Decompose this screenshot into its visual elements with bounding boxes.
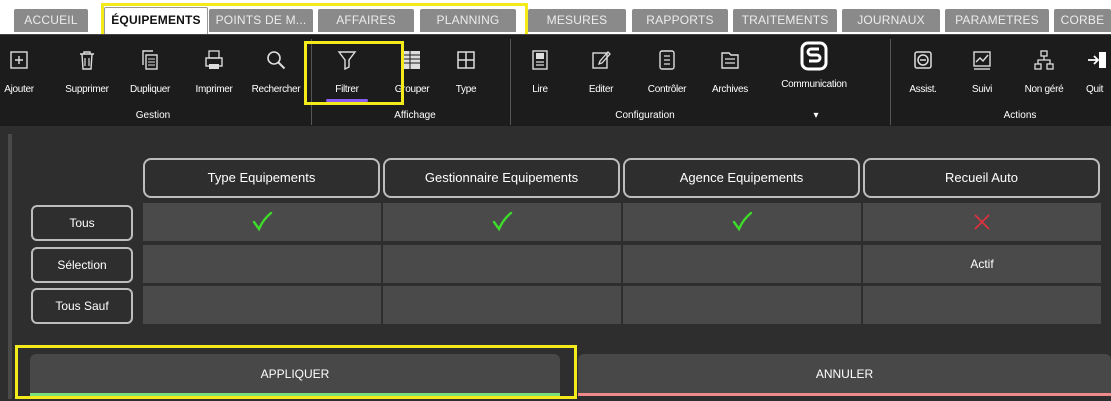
type-button[interactable]: Type	[446, 35, 486, 109]
tab-accueil[interactable]: ACCUEIL	[14, 9, 88, 32]
printer-icon	[203, 49, 225, 71]
cell-tous-agence[interactable]	[623, 203, 861, 241]
check-icon	[656, 49, 678, 71]
cell-selection-type[interactable]	[143, 245, 381, 283]
cross-icon	[974, 214, 990, 230]
panel-left-border	[8, 134, 12, 399]
network-icon	[1033, 49, 1055, 71]
row-button-selection[interactable]: Sélection	[31, 247, 133, 283]
grid-icon	[455, 49, 477, 71]
tab-rapports[interactable]: RAPPORTS	[632, 9, 728, 32]
apply-button[interactable]: APPLIQUER	[30, 354, 560, 396]
check-icon	[252, 211, 273, 232]
header-type-equipements[interactable]: Type Equipements	[143, 158, 380, 198]
header-gestionnaire-equipements[interactable]: Gestionnaire Equipements	[383, 158, 620, 198]
filter-button[interactable]: Filtrer	[318, 35, 376, 109]
group-label-actions: Actions	[1003, 110, 1037, 121]
search-icon	[265, 49, 287, 71]
tab-traitements[interactable]: TRAITEMENTS	[733, 9, 837, 32]
apply-indicator-bar	[30, 393, 560, 396]
quit-button[interactable]: Quit	[1082, 35, 1111, 109]
tab-bar: ACCUEIL ÉQUIPEMENTS POINTS DE M... AFFAI…	[0, 0, 1111, 39]
tab-mesures[interactable]: MESURES	[528, 9, 626, 32]
ribbon-separator	[890, 39, 891, 125]
tab-planning[interactable]: PLANNING	[420, 9, 516, 32]
cancel-label: ANNULER	[815, 367, 874, 381]
group-label-gestion: Gestion	[135, 110, 171, 121]
group-label-affichage: Affichage	[394, 110, 436, 121]
communication-icon	[799, 41, 829, 71]
archive-icon	[719, 49, 741, 71]
apply-label: APPLIQUER	[260, 367, 330, 381]
cell-tous-recueil[interactable]	[863, 203, 1101, 241]
cell-selection-recueil[interactable]: Actif	[863, 245, 1101, 283]
duplicate-button[interactable]: Dupliquer	[125, 35, 175, 109]
add-button[interactable]: Ajouter	[0, 35, 38, 109]
ribbon-separator	[510, 39, 511, 125]
cell-selection-agence[interactable]	[623, 245, 861, 283]
duplicate-icon	[139, 49, 161, 71]
cell-tous-sauf-type[interactable]	[143, 286, 381, 324]
search-button[interactable]: Rechercher	[248, 35, 304, 109]
add-icon	[8, 49, 30, 71]
row-button-tous-sauf[interactable]: Tous Sauf	[31, 288, 133, 324]
check-icon	[732, 211, 753, 232]
print-button[interactable]: Imprimer	[190, 35, 238, 109]
group-label-configuration: Configuration	[615, 110, 675, 121]
header-recueil-auto[interactable]: Recueil Auto	[863, 158, 1100, 198]
control-button[interactable]: Contrôler	[640, 35, 694, 109]
tab-parametres[interactable]: PARAMETRES	[945, 9, 1049, 32]
cell-tous-sauf-agence[interactable]	[623, 286, 861, 324]
cell-selection-gestionnaire[interactable]	[383, 245, 621, 283]
tab-corbeille[interactable]: CORBE	[1054, 9, 1111, 32]
cell-tous-sauf-recueil[interactable]	[863, 286, 1101, 324]
assist-icon	[912, 49, 934, 71]
assist-button[interactable]: Assist.	[900, 35, 946, 109]
tab-equipements[interactable]: ÉQUIPEMENTS	[104, 7, 208, 34]
chart-icon	[971, 49, 993, 71]
cell-tous-gestionnaire[interactable]	[383, 203, 621, 241]
ribbon-separator	[311, 39, 312, 125]
filter-panel: Type Equipements Gestionnaire Equipement…	[0, 126, 1111, 401]
read-icon	[529, 49, 551, 71]
group-button[interactable]: Grouper	[390, 35, 434, 109]
row-button-tous[interactable]: Tous	[31, 205, 133, 241]
cell-tous-sauf-gestionnaire[interactable]	[383, 286, 621, 324]
tab-points-de-mesure[interactable]: POINTS DE M...	[209, 9, 313, 32]
tab-journaux[interactable]: JOURNAUX	[842, 9, 940, 32]
chevron-down-icon[interactable]: ▾	[806, 110, 826, 121]
tracking-button[interactable]: Suivi	[962, 35, 1002, 109]
unmanaged-button[interactable]: Non géré	[1016, 35, 1072, 109]
tab-affaires[interactable]: AFFAIRES	[318, 9, 414, 32]
cancel-button[interactable]: ANNULER	[578, 354, 1111, 396]
cancel-indicator-bar	[578, 393, 1111, 396]
ribbon-toolbar: Ajouter Supprimer Dupliquer Imprimer Rec…	[0, 34, 1111, 126]
archives-button[interactable]: Archives	[706, 35, 754, 109]
edit-button[interactable]: Editer	[580, 35, 622, 109]
exit-icon	[1086, 49, 1108, 71]
group-icon	[401, 49, 423, 71]
filter-icon	[336, 49, 358, 71]
trash-icon	[76, 49, 98, 71]
delete-button[interactable]: Supprimer	[62, 35, 112, 109]
cell-tous-type[interactable]	[143, 203, 381, 241]
active-indicator	[326, 99, 368, 102]
header-agence-equipements[interactable]: Agence Equipements	[623, 158, 860, 198]
edit-icon	[590, 49, 612, 71]
check-icon	[492, 211, 513, 232]
read-button[interactable]: Lire	[520, 35, 560, 109]
communication-button[interactable]: Communication	[768, 35, 860, 109]
